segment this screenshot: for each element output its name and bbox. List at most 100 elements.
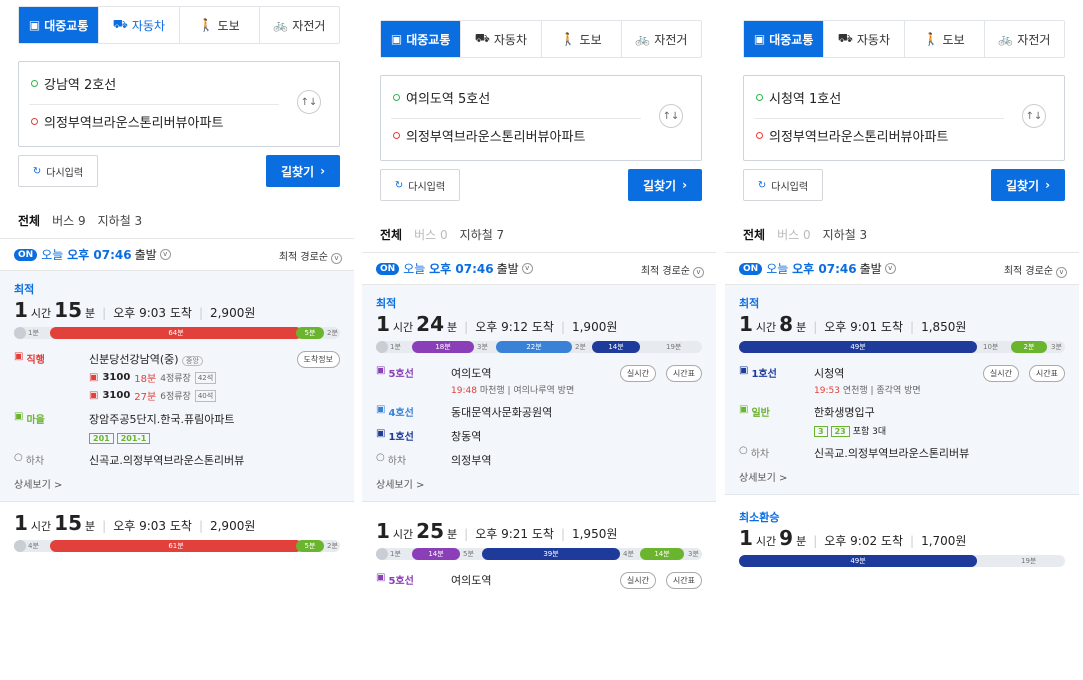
details-link[interactable]: 상세보기 >: [739, 469, 1065, 488]
swap-vertical-icon[interactable]: ↑↓: [1022, 104, 1046, 128]
destination-field[interactable]: 의정부역브라운스톤리버뷰아파트: [756, 126, 948, 145]
realtime-button[interactable]: 실시간: [619, 572, 656, 589]
reset-button[interactable]: ↻ 다시입력: [380, 169, 460, 201]
departure-time[interactable]: 오늘 오후 07:46: [403, 260, 493, 277]
chevron-down-icon[interactable]: v: [159, 249, 171, 260]
mode-transit-tab[interactable]: ▣ 대중교통: [744, 21, 825, 57]
origin-value: 강남역 2호선: [44, 78, 117, 93]
minutes: 25: [416, 519, 445, 543]
tab-subway[interactable]: 지하철 3: [823, 226, 868, 243]
origin-dot-icon: [393, 94, 400, 101]
divider: [754, 118, 1004, 119]
sort-select[interactable]: 최적 경로순 v: [1004, 262, 1067, 278]
route-card[interactable]: 최적 1 시간 8분 | 오후 9:01 도착 | 1,850원 49분 10분 2분…: [725, 285, 1079, 495]
realtime-button[interactable]: 실시간: [619, 365, 656, 382]
route-number[interactable]: 201-1: [116, 433, 151, 444]
on-toggle[interactable]: ON: [376, 262, 400, 275]
reset-button[interactable]: ↻ 다시입력: [18, 155, 98, 187]
train-icon: ▣: [739, 365, 749, 376]
fare: 2,900원: [209, 519, 256, 533]
route-step: ▣ 5호선 여의도역 실시간 시간표: [376, 568, 702, 592]
divider: [391, 118, 641, 119]
bus-segment: 2분: [1011, 341, 1047, 353]
mode-bike-tab[interactable]: 🚲 자전거: [260, 7, 339, 43]
subway-segment: 49분: [739, 341, 977, 353]
mode-label: 도보: [942, 32, 965, 47]
mode-car-tab[interactable]: ⛟ 자동차: [824, 21, 905, 57]
mode-car-tab[interactable]: ⛟ 자동차: [99, 7, 180, 43]
destination-field[interactable]: 의정부역브라운스톤리버뷰아파트: [31, 112, 223, 131]
sort-select[interactable]: 최적 경로순 v: [279, 248, 342, 264]
tab-bus: 버스 0: [777, 228, 811, 242]
route-panel-gangnam: ▣ 대중교통 ⛟ 자동차 🚶 도보 🚲 자전거 강남역 2호선 의정부역브라운스톤리버뷰…: [0, 0, 354, 680]
origin-value: 시청역 1호선: [769, 92, 842, 107]
walk-time: 2분: [575, 343, 586, 351]
mode-bike-tab[interactable]: 🚲 자전거: [622, 21, 701, 57]
tab-all[interactable]: 전체: [380, 226, 402, 243]
train-icon: ▣: [376, 404, 386, 415]
destination-value: 의정부역브라운스톤리버뷰아파트: [769, 130, 949, 145]
route-card[interactable]: 1 시간 15 분 | 오후 9:03 도착 | 2,900원 4분 61분 5분 2분: [0, 502, 354, 566]
reset-button[interactable]: ↻ 다시입력: [743, 169, 823, 201]
timetable-button[interactable]: 시간표: [665, 572, 702, 589]
route-number[interactable]: 23: [830, 426, 850, 437]
route-card[interactable]: 최소환승 1 시간 9분 | 오후 9:02 도착 | 1,700원 49분 19분: [725, 495, 1079, 581]
route-number[interactable]: 3: [814, 426, 828, 437]
subway-segment: 18분: [412, 341, 474, 353]
tab-subway[interactable]: 지하철 3: [98, 212, 143, 229]
result-tabs: 전체 버스 0 지하철 7: [362, 217, 716, 253]
walk-time: 1분: [390, 550, 401, 558]
swap-vertical-icon[interactable]: ↑↓: [659, 104, 683, 128]
mode-transit-tab[interactable]: ▣ 대중교통: [381, 21, 462, 57]
departure-time[interactable]: 오늘 오후 07:46: [41, 246, 131, 263]
origin-field[interactable]: 강남역 2호선: [31, 74, 116, 93]
realtime-button[interactable]: 실시간: [982, 365, 1019, 382]
timetable-button[interactable]: 시간표: [1028, 365, 1065, 382]
arrival-info-button[interactable]: 도착정보: [296, 351, 340, 368]
mode-car-tab[interactable]: ⛟ 자동차: [461, 21, 542, 57]
train-icon: ▣: [376, 365, 386, 376]
mode-label: 자동차: [493, 32, 527, 47]
origin-field[interactable]: 여의도역 5호선: [393, 88, 490, 107]
mode-walk-tab[interactable]: 🚶 도보: [905, 21, 985, 57]
route-card[interactable]: 1 시간 25 분 | 오후 9:21 도착 | 1,950원 1분 14분 5분 39…: [362, 502, 716, 598]
chevron-down-icon[interactable]: v: [521, 263, 533, 274]
minute-unit: 분: [85, 520, 96, 533]
tab-bus[interactable]: 버스 9: [52, 212, 86, 229]
details-link[interactable]: 상세보기 >: [376, 476, 702, 495]
route-step: ▣ 1호선 창동역: [376, 424, 702, 448]
on-toggle[interactable]: ON: [739, 262, 763, 275]
find-route-button[interactable]: 길찾기 ›: [628, 169, 702, 201]
origin-field[interactable]: 시청역 1호선: [756, 88, 841, 107]
on-toggle[interactable]: ON: [14, 248, 38, 261]
mode-walk-tab[interactable]: 🚶 도보: [180, 7, 260, 43]
walk-time: 3분: [477, 343, 488, 351]
chevron-down-icon: v: [1056, 267, 1067, 278]
tab-all[interactable]: 전체: [743, 226, 765, 243]
route-card[interactable]: 최적 1 시간 24 분 | 오후 9:12 도착 | 1,900원 1분 18분 3분…: [362, 285, 716, 502]
find-route-button[interactable]: 길찾기 ›: [266, 155, 340, 187]
sort-select[interactable]: 최적 경로순 v: [641, 262, 704, 278]
tab-all[interactable]: 전체: [18, 212, 40, 229]
seats: 42석: [194, 371, 217, 384]
reset-label: 다시입력: [408, 181, 446, 193]
timetable-button[interactable]: 시간표: [665, 365, 702, 382]
destination-field[interactable]: 의정부역브라운스톤리버뷰아파트: [393, 126, 585, 145]
route-input-box: 시청역 1호선 의정부역브라운스톤리버뷰아파트 ↑↓: [743, 75, 1065, 161]
route-card[interactable]: 최적 1 시간 15 분 | 오후 9:03 도착 | 2,900원 1분 64분 5분…: [0, 271, 354, 502]
departure-time[interactable]: 오늘 오후 07:46: [766, 260, 856, 277]
find-route-button[interactable]: 길찾기 ›: [991, 169, 1065, 201]
depart-time-value: 오후 07:46: [429, 262, 494, 276]
swap-vertical-icon[interactable]: ↑↓: [297, 90, 321, 114]
details-link[interactable]: 상세보기 >: [14, 476, 340, 495]
depart-suffix: 출발: [496, 262, 519, 276]
route-step: ▣ 1호선 시청역 19:53 연천행 | 종각역 방면 실시간 시간표: [739, 361, 1065, 400]
route-number[interactable]: 201: [89, 433, 114, 444]
mode-walk-tab[interactable]: 🚶 도보: [542, 21, 622, 57]
mode-transit-tab[interactable]: ▣ 대중교통: [19, 7, 100, 43]
tab-subway[interactable]: 지하철 7: [460, 226, 505, 243]
mode-bike-tab[interactable]: 🚲 자전거: [985, 21, 1064, 57]
mode-label: 도보: [217, 18, 240, 33]
chevron-down-icon[interactable]: v: [884, 263, 896, 274]
subway-segment: 14분: [640, 548, 684, 560]
